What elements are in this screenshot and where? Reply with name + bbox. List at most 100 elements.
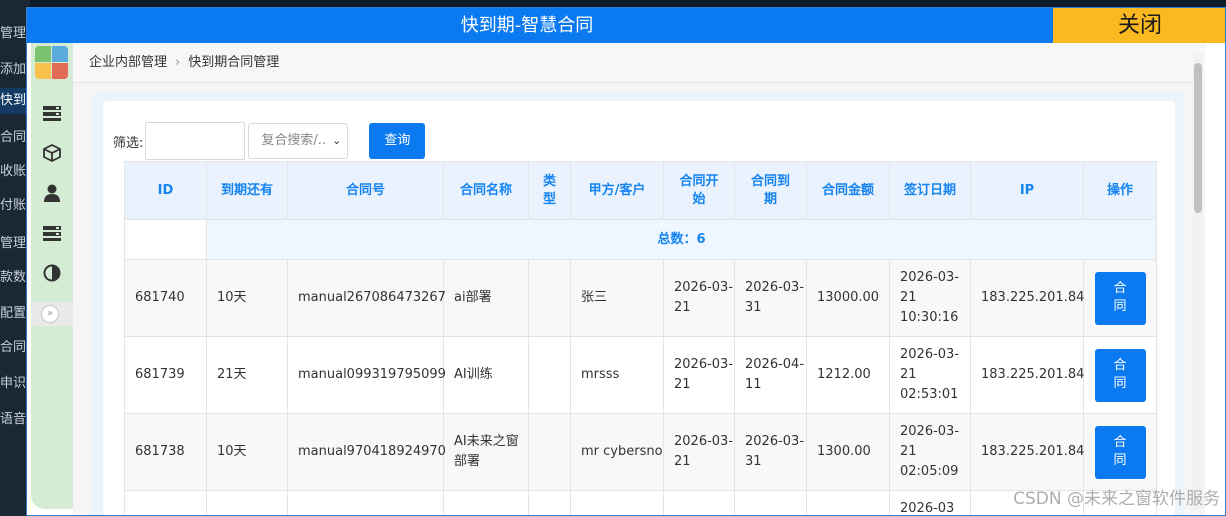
summary-spacer xyxy=(124,219,207,260)
column-header: 合同金额 xyxy=(806,161,890,220)
rail-toggle-bar: » xyxy=(31,302,73,326)
cell-remain: 21天 xyxy=(206,336,288,414)
cell-name: AI训练 xyxy=(443,336,529,414)
app-logo xyxy=(35,46,69,80)
select-value: 复合搜索/.. xyxy=(261,133,327,148)
cell-name: ai部署 xyxy=(443,259,529,337)
contract-table: ID 到期还有 合同号 合同名称 类型 甲方/客户 合同开始 合同到期 合同金额… xyxy=(124,161,1157,515)
compound-search-select[interactable]: 复合搜索/.. ⌄ xyxy=(248,123,349,159)
contract-button[interactable]: 合同 xyxy=(1094,348,1146,402)
stack-icon[interactable] xyxy=(42,223,62,243)
expand-icon[interactable]: » xyxy=(41,305,59,323)
column-header: 类型 xyxy=(528,161,571,220)
icon-rail: » xyxy=(31,43,73,509)
table-row-partial: 2026-03 xyxy=(124,490,1157,515)
cell-empty xyxy=(206,490,288,515)
cell-id: 681738 xyxy=(124,413,207,491)
cell-type xyxy=(528,259,571,337)
cube-icon[interactable] xyxy=(42,143,62,163)
cell-number: manual099319795099 xyxy=(287,336,446,414)
cell-client: mr cybersno xyxy=(570,413,664,491)
cell-amount: 1300.00 xyxy=(806,413,890,491)
list-icon[interactable] xyxy=(42,103,62,123)
column-header: 签订日期 xyxy=(889,161,971,220)
modal-title: 快到期-智慧合同 xyxy=(460,15,594,36)
cell-amount: 1212.00 xyxy=(806,336,890,414)
contract-button-label: 合 xyxy=(1113,357,1127,373)
watermark: CSDN @未来之窗软件服务 xyxy=(1013,489,1220,509)
main-content: 企业内部管理 › 快到期合同管理 筛选: 复合搜索/.. ⌄ 查询 ID 到期还… xyxy=(73,43,1205,515)
cell-remain: 10天 xyxy=(206,413,288,491)
cell-empty xyxy=(734,490,807,515)
cell-end: 2026-04-11 xyxy=(734,336,807,414)
breadcrumb-item[interactable]: 企业内部管理 xyxy=(89,55,167,70)
modal-header: 快到期-智慧合同 关闭 xyxy=(27,8,1225,43)
column-header: 合同到期 xyxy=(734,161,807,220)
column-header: 合同名称 xyxy=(443,161,529,220)
cell-empty xyxy=(528,490,571,515)
cell-signed: 2026-03 xyxy=(889,490,971,515)
user-icon[interactable] xyxy=(42,183,62,203)
cell-id: 681739 xyxy=(124,336,207,414)
breadcrumb: 企业内部管理 › 快到期合同管理 xyxy=(73,43,1205,83)
contract-panel: 筛选: 复合搜索/.. ⌄ 查询 ID 到期还有 合同号 合同名称 类型 甲方/… xyxy=(103,101,1175,515)
column-header: 操作 xyxy=(1083,161,1157,220)
close-button[interactable]: 关闭 xyxy=(1053,8,1225,43)
cell-type xyxy=(528,336,571,414)
cell-signed: 2026-03-21 02:53:01 xyxy=(889,336,971,414)
contract-button-label: 合 xyxy=(1113,434,1127,450)
cell-op: 合同 xyxy=(1083,259,1157,337)
cell-client: mrsss xyxy=(570,336,664,414)
cell-client: 张三 xyxy=(570,259,664,337)
cell-name: AI未来之窗部署 xyxy=(443,413,529,491)
filter-label: 筛选: xyxy=(113,135,144,151)
cell-amount: 13000.00 xyxy=(806,259,890,337)
column-header: 甲方/客户 xyxy=(570,161,664,220)
cell-start: 2026-03-21 xyxy=(663,413,735,491)
panel-wrapper: 筛选: 复合搜索/.. ⌄ 查询 ID 到期还有 合同号 合同名称 类型 甲方/… xyxy=(93,91,1185,515)
column-header: 合同号 xyxy=(287,161,444,220)
filter-bar: 筛选: 复合搜索/.. ⌄ 查询 xyxy=(113,122,426,160)
cell-ip: 183.225.201.84 xyxy=(970,413,1084,491)
column-header: 到期还有 xyxy=(206,161,288,220)
cell-op: 合同 xyxy=(1083,413,1157,491)
cell-signed: 2026-03-21 02:05:09 xyxy=(889,413,971,491)
cell-id: 681740 xyxy=(124,259,207,337)
chevron-down-icon: ⌄ xyxy=(332,134,342,147)
cell-empty xyxy=(287,490,444,515)
cell-op: 合同 xyxy=(1083,336,1157,414)
table-row: 681738 10天 manual970418924970 AI未来之窗部署 m… xyxy=(124,413,1157,491)
cell-empty xyxy=(663,490,735,515)
cell-end: 2026-03-31 xyxy=(734,413,807,491)
table-header-row: ID 到期还有 合同号 合同名称 类型 甲方/客户 合同开始 合同到期 合同金额… xyxy=(124,161,1157,220)
summary-total: 总数：6 xyxy=(206,219,1157,260)
cell-remain: 10天 xyxy=(206,259,288,337)
contrast-icon[interactable] xyxy=(42,263,62,283)
cell-empty xyxy=(570,490,664,515)
contract-button-label: 同 xyxy=(1113,375,1127,391)
cell-start: 2026-03-21 xyxy=(663,259,735,337)
column-header: 合同开始 xyxy=(663,161,735,220)
column-header: ID xyxy=(124,161,207,220)
cell-start: 2026-03-21 xyxy=(663,336,735,414)
contract-button-label: 同 xyxy=(1113,452,1127,468)
column-header: IP xyxy=(970,161,1084,220)
cell-type xyxy=(528,413,571,491)
table-row: 681739 21天 manual099319795099 AI训练 mrsss… xyxy=(124,336,1157,414)
cell-empty xyxy=(443,490,529,515)
filter-input[interactable] xyxy=(145,122,246,160)
cell-empty xyxy=(124,490,207,515)
summary-row: 总数：6 xyxy=(124,219,1157,260)
cell-empty xyxy=(806,490,890,515)
contract-button[interactable]: 合同 xyxy=(1094,425,1146,479)
scrollbar-thumb[interactable] xyxy=(1194,63,1202,213)
cell-number: manual267086473267 xyxy=(287,259,446,337)
cell-ip: 183.225.201.84 xyxy=(970,259,1084,337)
cell-number: manual970418924970 xyxy=(287,413,446,491)
contract-button-label: 合 xyxy=(1113,280,1127,296)
query-button[interactable]: 查询 xyxy=(369,123,426,159)
cell-signed: 2026-03-21 10:30:16 xyxy=(889,259,971,337)
contract-button-label: 同 xyxy=(1113,298,1127,314)
breadcrumb-separator: › xyxy=(175,55,181,70)
contract-button[interactable]: 合同 xyxy=(1094,271,1146,325)
